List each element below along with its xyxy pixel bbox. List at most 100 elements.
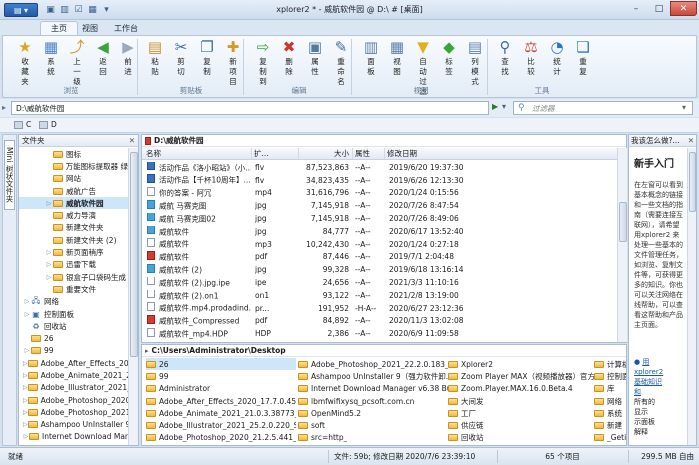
ribbon-button-panel[interactable]: ▥ 面板 <box>358 38 384 84</box>
minimize-button[interactable]: – <box>624 1 648 16</box>
ribbon-button-copy-to[interactable]: ⇨ 复制到 <box>250 38 276 86</box>
file-row[interactable]: 活动作品【千杯10周年】... flv 34,823,435 --A-- 2019/6/… <box>142 174 617 187</box>
folder-tree-scrollbar[interactable] <box>128 148 138 445</box>
ribbon-button-system[interactable]: ▦ 系统 <box>38 38 64 84</box>
col-date[interactable]: 修改日期 <box>384 148 564 159</box>
list-item[interactable]: 系统 <box>594 407 626 419</box>
ribbon-button-back[interactable]: ◀ 返回 <box>90 38 116 84</box>
top-pane-scrollbar[interactable] <box>617 148 627 342</box>
side-tab-mini-tree[interactable]: Mini 树状文件夹 <box>4 140 15 210</box>
filter-dropdown-icon[interactable]: ▾ <box>682 103 686 112</box>
list-item[interactable]: 供应链 <box>448 419 600 431</box>
ribbon-button-column-mode[interactable]: ▤ 列模式 <box>462 38 488 86</box>
list-item[interactable]: Ashampoo UnInstaller 9（强力软件卸... <box>298 370 448 382</box>
file-row[interactable]: 威航软件 (2).on1 on1 93,122 --A-- 2021/2/8 13:19… <box>142 289 617 302</box>
go-icon[interactable]: ▶ <box>492 102 498 111</box>
folder-tree-item[interactable]: ▷ ▣ 控制面板 <box>19 308 128 320</box>
list-item[interactable]: Internet Download Manager v6.38 Bui... <box>298 383 448 395</box>
ribbon-button-delete[interactable]: ✖ 删除 <box>276 38 302 84</box>
list-item[interactable]: OpenMind5.2 <box>298 407 448 419</box>
ribbon-button-properties[interactable]: ▣ 属性 <box>302 38 328 84</box>
ribbon-button-find[interactable]: ⚲ 查找 <box>492 38 518 84</box>
list-item[interactable]: src=http_ <box>298 432 448 444</box>
list-item[interactable]: 26 <box>146 358 296 371</box>
file-row[interactable]: 威航软件 (2).jpg.ipe ipe 24,656 --A-- 2021/3/3 1… <box>142 276 617 289</box>
file-row[interactable]: 威航软件 jpg 84,777 --A-- 2020/6/17 13:52:40 <box>142 225 617 238</box>
col-name[interactable]: 名称 <box>142 148 251 159</box>
list-item[interactable]: 回收站 <box>448 432 600 444</box>
file-row[interactable]: 威航软件 mp3 10,242,430 --A-- 2020/1/24 0:27:18 <box>142 238 617 251</box>
folder-tree-item[interactable]: ▷ 🖧 网络 <box>19 296 128 308</box>
list-item[interactable]: 网络 <box>594 395 626 407</box>
folder-tree-item[interactable]: 万能图标提取器 绿 <box>19 160 128 172</box>
list-item[interactable]: _Getin <box>594 432 626 444</box>
list-item[interactable]: 新建 <box>594 419 626 431</box>
folder-tree-item[interactable]: ▷ 迅雷下载 <box>19 259 128 271</box>
col-size[interactable]: 大小 <box>298 148 352 159</box>
close-icon[interactable]: ✕ <box>129 136 135 145</box>
ribbon-button-duplicates[interactable]: ❏ 重复 <box>570 38 596 84</box>
ribbon-button-star[interactable]: ★ 收藏夹 <box>12 38 38 86</box>
expand-icon[interactable]: ▷ <box>45 199 53 207</box>
folder-tree-item[interactable]: 网站 <box>19 173 128 185</box>
file-row[interactable]: 威航软件 (2) jpg 99,328 --A-- 2019/6/18 13:16:14 <box>142 263 617 276</box>
list-item[interactable]: 99 <box>146 370 296 382</box>
folder-tree-item[interactable]: 图标 <box>19 148 128 160</box>
list-item[interactable]: Adobe_Photoshop_2021_22.2.0.183_A... <box>298 358 448 370</box>
list-item[interactable]: Adobe_Animate_2021_21.0.3.38773_A... <box>146 407 296 419</box>
file-row[interactable]: 威航软件 pdf 87,446 --A-- 2019/7/1 2:04:48 <box>142 251 617 264</box>
expand-icon[interactable]: ▷ <box>45 249 53 257</box>
help-link[interactable]: xplorer2 <box>634 367 685 377</box>
file-row[interactable]: 威航 马赛克图02 jpg 7,145,918 --A-- 2020/7/26 8:49… <box>142 212 617 225</box>
list-item[interactable]: Zoom.Player.MAX.16.0.Beta.4 <box>448 383 600 395</box>
expand-icon[interactable]: ▷ <box>23 298 31 306</box>
folder-tree-item[interactable]: ▷ Adobe_Illustrator_2021_2 <box>19 382 128 394</box>
folder-tree-item[interactable]: 威力导演 <box>19 209 128 221</box>
folder-tree-item[interactable]: ▷ 威航软件园 <box>19 197 128 210</box>
list-item[interactable]: lbmfwifixysq_pcsoft.com.cn <box>298 395 448 407</box>
list-item[interactable]: Administrator <box>146 383 296 395</box>
list-item[interactable]: soft <box>298 419 448 431</box>
help-link[interactable]: 用 <box>642 358 649 366</box>
close-button[interactable]: ✕ <box>670 1 697 16</box>
list-item[interactable]: 计算机 <box>594 358 626 370</box>
help-link[interactable]: 和 <box>634 387 685 397</box>
expand-icon[interactable]: ▷ <box>45 261 53 269</box>
col-attr[interactable]: 属性 <box>352 148 384 159</box>
folder-tree-item[interactable]: ▷ 99 <box>19 345 128 357</box>
folder-tree-item[interactable]: ▷ 银盒子口袋码生成 <box>19 271 128 283</box>
drive-c[interactable]: C <box>14 120 31 129</box>
ribbon-button-filter[interactable]: ▼ 自动过滤 <box>410 38 436 96</box>
list-item[interactable]: 大间发 <box>448 395 600 407</box>
file-row[interactable]: 威航软件.mp4.prodadind... pr... 191,952 -H-A-- 2… <box>142 302 617 315</box>
drive-d[interactable]: D <box>39 120 57 129</box>
ribbon-button-stats[interactable]: ◔ 统计 <box>544 38 570 84</box>
list-item[interactable]: Adobe_After_Effects_2020_17.7.0.45_A... <box>146 395 296 407</box>
filter-input[interactable]: ⚲ 过滤器 ▾ <box>513 101 693 115</box>
folder-tree-item[interactable]: ▷ Ashampoo UnInstaller 9 <box>19 419 128 431</box>
folder-tree-item[interactable]: ▷Adobe_After_Effects_2020 <box>19 357 128 369</box>
folder-tree-item[interactable]: ▷ Adobe_Photoshop_2021 <box>19 406 128 418</box>
folder-tree-item[interactable]: 新建文件夹 <box>19 222 128 234</box>
list-item[interactable]: Xplorer2 <box>448 358 600 370</box>
tab-workbench[interactable]: 工作台 <box>104 21 148 35</box>
ribbon-button-view[interactable]: ▦ 视图 <box>384 38 410 84</box>
ribbon-button-tag[interactable]: ◆ 标签 <box>436 38 462 84</box>
folder-tree-item[interactable]: 威航广告 <box>19 185 128 197</box>
list-item[interactable]: Adobe_Illustrator_2021_25.2.0.220_SP... <box>146 419 296 431</box>
ribbon-button-compare[interactable]: ⚖ 比较 <box>518 38 544 84</box>
ribbon-button-folder-up[interactable]: ⤴ 上一级 <box>64 38 90 86</box>
help-link[interactable]: 基础知识 <box>634 377 685 387</box>
folder-tree-item[interactable]: ▷ Adobe_Animate_2021_2 <box>19 369 128 381</box>
address-dropdown-icon[interactable]: ▾ <box>502 102 506 111</box>
expand-icon[interactable]: ▷ <box>23 347 31 355</box>
folder-tree-item[interactable]: ▷ 新页面稍序 <box>19 246 128 258</box>
folder-tree-item[interactable]: ▷ Internet Download Mar <box>19 431 128 443</box>
folder-tree-item[interactable]: 新建文件夹 (2) <box>19 234 128 246</box>
scrollbar-thumb[interactable] <box>130 152 138 357</box>
list-item[interactable]: Adobe_Photoshop_2020_21.2.5.441_A... <box>146 432 296 444</box>
file-row[interactable]: 威航软件_Compressed pdf 84,892 --A-- 2020/11/3 1… <box>142 315 617 328</box>
expand-icon[interactable]: ▷ <box>45 273 53 281</box>
file-row[interactable]: 活动作品《洛小昭站》（小... flv 87,523,863 --A-- 2019/6/… <box>142 161 617 174</box>
list-item[interactable]: 工厂 <box>448 407 600 419</box>
